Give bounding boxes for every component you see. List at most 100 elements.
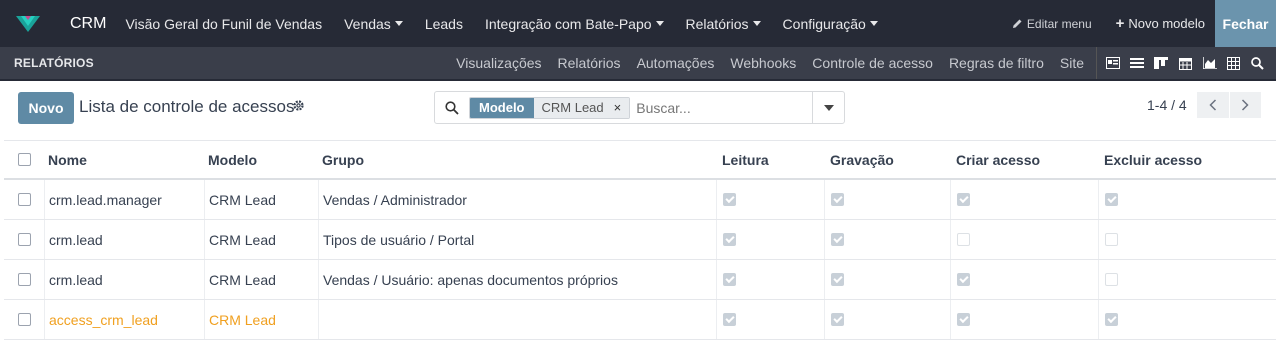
read-checkbox: [723, 233, 736, 246]
new-button[interactable]: Novo: [18, 92, 74, 124]
facet-value-wrap: CRM Lead ×: [533, 97, 630, 118]
row-select-checkbox[interactable]: [17, 193, 31, 206]
cell-unlink: [1098, 220, 1276, 259]
menu-label: Configuração: [782, 15, 866, 32]
cell-name: crm.lead: [44, 220, 204, 259]
graph-view-icon[interactable]: [1202, 57, 1218, 69]
cell-create: [950, 260, 1098, 299]
table-row[interactable]: crm.lead CRM Lead Tipos de usuário / Porta…: [4, 220, 1276, 260]
column-header-write[interactable]: Gravação: [824, 141, 950, 178]
form-view-icon[interactable]: [1105, 57, 1121, 69]
cell-write: [824, 260, 950, 299]
pencil-icon: [1012, 19, 1022, 28]
caret-down-icon: [823, 104, 834, 111]
row-select-cell: [4, 220, 44, 259]
column-header-name[interactable]: Nome: [44, 141, 204, 178]
new-model-button[interactable]: + Novo modelo: [1106, 15, 1215, 32]
cell-model: CRM Lead: [204, 220, 318, 259]
link-website[interactable]: Site: [1052, 55, 1092, 71]
cell-read: [716, 260, 824, 299]
table-body: crm.lead.manager CRM Lead Vendas / Adminis…: [4, 180, 1276, 340]
menu-pipeline-overview[interactable]: Visão Geral do Funil de Vendas: [114, 0, 333, 47]
menu-label: Relatórios: [685, 15, 749, 32]
search-bar: Modelo CRM Lead × Buscar...: [434, 91, 845, 124]
delete-checkbox: [1105, 233, 1118, 246]
search-options-toggle[interactable]: [812, 92, 844, 123]
cell-group: Vendas / Administrador: [318, 180, 716, 219]
search-icon[interactable]: [435, 100, 469, 115]
studio-subbar: RELATÓRIOS Visualizações Relatórios Auto…: [0, 47, 1276, 81]
menu-sales[interactable]: Vendas: [333, 0, 414, 47]
menu-chat-integration[interactable]: Integração com Bate-Papo: [474, 0, 675, 47]
link-views[interactable]: Visualizações: [448, 55, 549, 71]
link-webhooks[interactable]: Webhooks: [722, 55, 804, 71]
close-button[interactable]: Fechar: [1215, 0, 1276, 47]
table-row[interactable]: crm.lead CRM Lead Vendas / Usuário: apenas…: [4, 260, 1276, 300]
calendar-view-icon[interactable]: [1177, 57, 1193, 70]
edit-menu-label: Editar menu: [1026, 16, 1092, 31]
delete-checkbox: [1105, 193, 1118, 206]
access-list-table: Nome Modelo Grupo Leitura Gravação Criar…: [4, 140, 1276, 340]
cell-read: [716, 220, 824, 259]
row-select-cell: [4, 300, 44, 339]
column-header-delete[interactable]: Excluir acesso: [1098, 141, 1276, 178]
link-filter-rules[interactable]: Regras de filtro: [941, 55, 1052, 71]
row-select-checkbox[interactable]: [17, 313, 31, 326]
column-header-group[interactable]: Grupo: [318, 141, 716, 178]
menu-leads[interactable]: Leads: [414, 0, 474, 47]
read-checkbox: [723, 193, 736, 206]
edit-menu-button[interactable]: Editar menu: [998, 17, 1106, 31]
menu-label: Leads: [424, 15, 463, 32]
cell-model: CRM Lead: [204, 180, 318, 219]
cell-name: crm.lead: [44, 260, 204, 299]
kanban-view-icon[interactable]: [1153, 57, 1169, 69]
cell-group: Tipos de usuário / Portal: [318, 220, 716, 259]
search-input[interactable]: Buscar...: [636, 100, 690, 116]
cell-unlink: [1098, 180, 1276, 219]
table-row[interactable]: access_crm_lead CRM Lead: [4, 300, 1276, 340]
cell-group: Vendas / Usuário: apenas documentos próp…: [318, 260, 716, 299]
pager-previous-button[interactable]: [1197, 92, 1229, 118]
column-header-read[interactable]: Leitura: [716, 141, 824, 178]
column-header-model[interactable]: Modelo: [204, 141, 318, 178]
chevron-right-icon: [1242, 99, 1249, 111]
menu-label: Visão Geral do Funil de Vendas: [125, 15, 323, 32]
cell-model: CRM Lead: [204, 260, 318, 299]
search-view-icon[interactable]: [1250, 56, 1266, 70]
link-access-control[interactable]: Controle de acesso: [804, 55, 941, 71]
caret-down-icon: [869, 21, 878, 26]
pivot-view-icon[interactable]: [1226, 56, 1242, 70]
delete-checkbox: [1105, 273, 1118, 286]
create-checkbox: [957, 313, 970, 326]
select-all-cell: [4, 141, 44, 178]
app-logo-icon[interactable]: [0, 0, 56, 47]
row-select-checkbox[interactable]: [17, 273, 31, 286]
menu-reports[interactable]: Relatórios: [675, 0, 772, 47]
app-brand[interactable]: CRM: [70, 15, 106, 33]
cell-name: access_crm_lead: [44, 300, 204, 339]
link-automations[interactable]: Automações: [629, 55, 723, 71]
table-row[interactable]: crm.lead.manager CRM Lead Vendas / Adminis…: [4, 180, 1276, 220]
plus-icon: +: [1115, 15, 1125, 32]
pager-value[interactable]: 1-4 / 4: [1147, 97, 1187, 113]
list-view-icon[interactable]: [1129, 57, 1145, 69]
gear-icon[interactable]: [292, 99, 305, 115]
select-all-checkbox[interactable]: [17, 153, 31, 166]
write-checkbox: [831, 233, 844, 246]
column-header-create[interactable]: Criar acesso: [950, 141, 1098, 178]
cell-unlink: [1098, 260, 1276, 299]
chevron-left-icon: [1209, 99, 1216, 111]
section-title: RELATÓRIOS: [14, 56, 94, 70]
row-select-checkbox[interactable]: [17, 233, 31, 246]
link-reports[interactable]: Relatórios: [550, 55, 629, 71]
pager-buttons: [1197, 92, 1261, 118]
facet-remove-icon[interactable]: ×: [614, 100, 622, 115]
caret-down-icon: [655, 21, 664, 26]
row-select-cell: [4, 180, 44, 219]
menu-configuration[interactable]: Configuração: [772, 0, 889, 47]
create-checkbox: [957, 193, 970, 206]
cell-create: [950, 300, 1098, 339]
studio-links: Visualizações Relatórios Automações Webh…: [448, 47, 1092, 79]
facet-name: Modelo: [470, 97, 534, 118]
pager-next-button[interactable]: [1229, 92, 1261, 118]
